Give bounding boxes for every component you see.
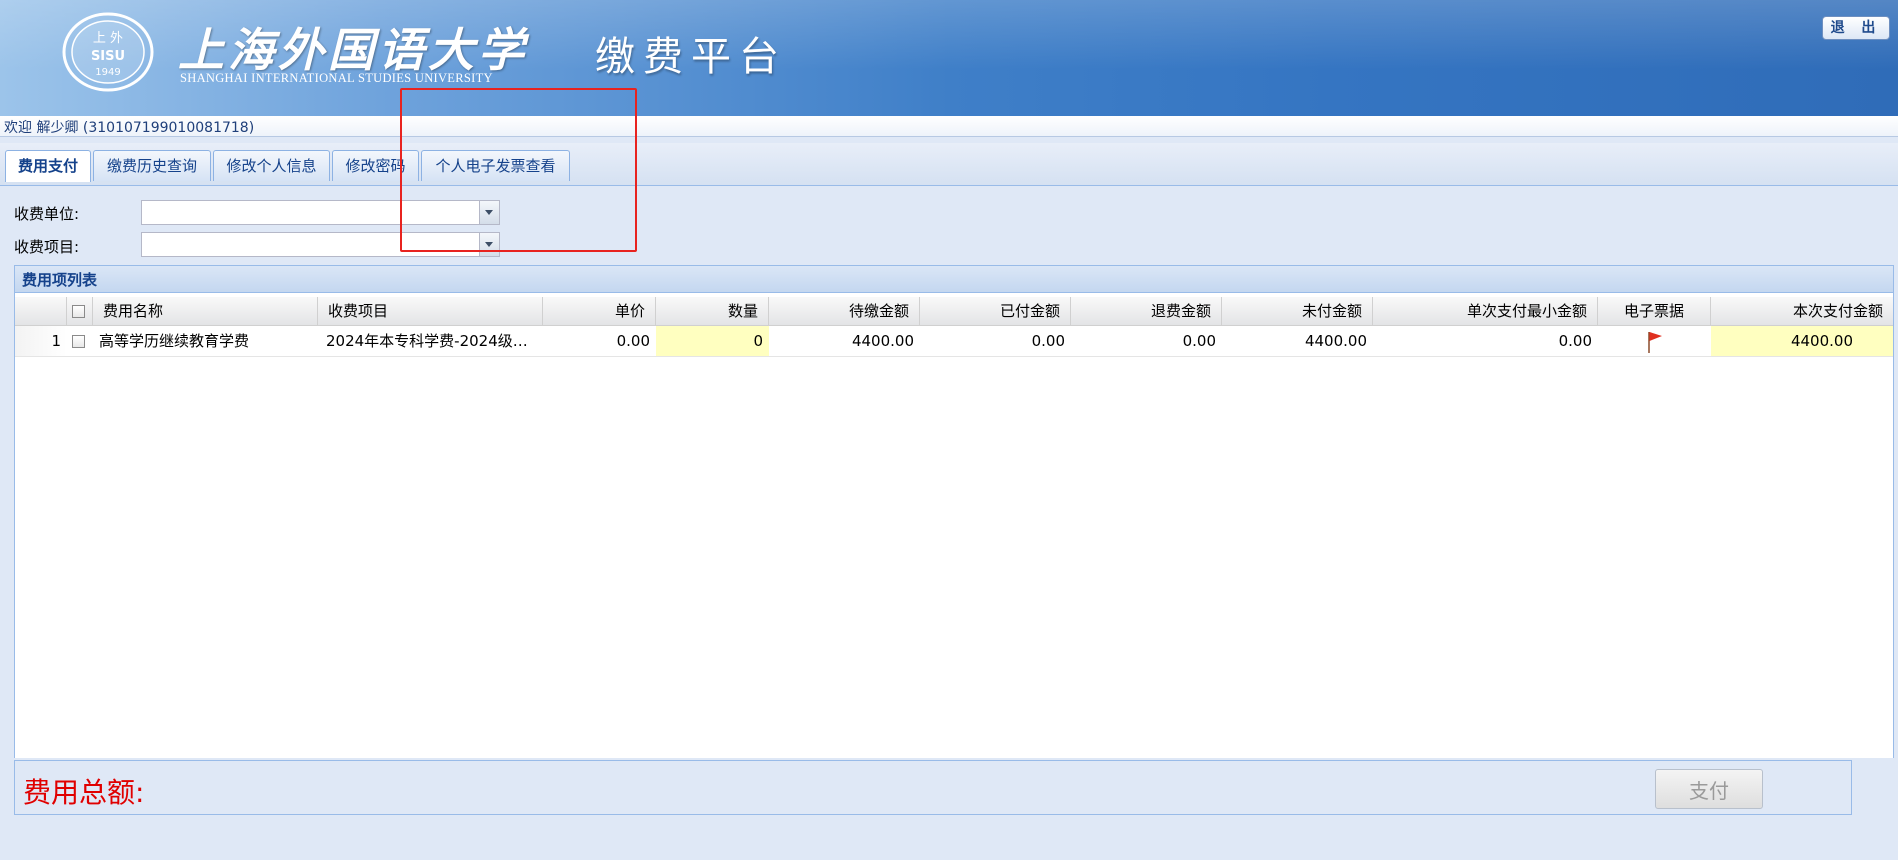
- logout-button[interactable]: 退 出: [1822, 16, 1890, 40]
- row-min-pay: 0.00: [1558, 332, 1592, 350]
- tab-fee-payment[interactable]: 费用支付: [5, 150, 91, 182]
- row-paid-amount: 0.00: [1031, 332, 1065, 350]
- fee-grid: 费用名称 收费项目 单价 数量 待缴金额 已付金额 退费金额 未付金额 单次支付…: [14, 293, 1894, 758]
- item-label: 收费项目:: [14, 238, 80, 256]
- row-number: 1: [15, 326, 67, 356]
- grid-header: 费用名称 收费项目 单价 数量 待缴金额 已付金额 退费金额 未付金额 单次支付…: [15, 297, 1893, 326]
- welcome-text: 欢迎 解少卿 (310107199010081718): [4, 120, 255, 136]
- row-fee-name: 高等学历继续教育学费: [99, 332, 250, 350]
- row-quantity[interactable]: 0: [656, 326, 769, 356]
- unit-label: 收费单位:: [14, 205, 80, 223]
- row-this-pay[interactable]: 4400.00: [1711, 326, 1893, 356]
- platform-title: 缴费平台: [595, 34, 787, 80]
- red-flag-icon[interactable]: [1647, 330, 1663, 354]
- row-price: 0.00: [616, 332, 650, 350]
- item-combo[interactable]: [141, 232, 500, 257]
- svg-text:上 外: 上 外: [93, 31, 123, 46]
- welcome-bar: 欢迎 解少卿 (310107199010081718): [0, 116, 1898, 137]
- tab-e-invoice[interactable]: 个人电子发票查看: [421, 150, 570, 181]
- header-rownum: [15, 297, 67, 325]
- header-this-pay[interactable]: 本次支付金额: [1711, 297, 1893, 325]
- university-seal-logo: 上 外 SISU 1949: [62, 12, 154, 92]
- tab-change-password[interactable]: 修改密码: [332, 150, 419, 181]
- row-unpaid-amount: 4400.00: [1304, 332, 1367, 350]
- row-select-cell: [67, 326, 93, 356]
- page-header: 上 外 SISU 1949 上海外国语大学 SHANGHAI INTERNATI…: [0, 0, 1898, 116]
- header-due[interactable]: 待缴金额: [769, 297, 920, 325]
- grid-title: 费用项列表: [14, 265, 1894, 293]
- tab-strip: 费用支付 缴费历史查询 修改个人信息 修改密码 个人电子发票查看: [0, 143, 1898, 186]
- header-name[interactable]: 费用名称: [93, 297, 318, 325]
- row-fee-item: 2024年本专科学费-2024级…: [326, 332, 528, 350]
- table-row[interactable]: 1 高等学历继续教育学费 2024年本专科学费-2024级… 0.00 0 44…: [15, 326, 1893, 357]
- header-paid[interactable]: 已付金额: [920, 297, 1071, 325]
- summary-bar: 费用总额: 支付: [14, 760, 1852, 815]
- total-label: 费用总额:: [23, 776, 145, 809]
- svg-text:SISU: SISU: [91, 49, 125, 64]
- header-select-all: [67, 297, 93, 325]
- chevron-down-icon[interactable]: [479, 233, 499, 256]
- header-receipt[interactable]: 电子票据: [1598, 297, 1711, 325]
- header-unpaid[interactable]: 未付金额: [1222, 297, 1373, 325]
- row-refund-amount: 0.00: [1182, 332, 1216, 350]
- row-due-amount: 4400.00: [851, 332, 914, 350]
- pay-button[interactable]: 支付: [1655, 769, 1763, 809]
- chevron-down-icon[interactable]: [479, 201, 499, 224]
- header-price[interactable]: 单价: [543, 297, 656, 325]
- seal-year: 1949: [95, 67, 120, 78]
- row-receipt-cell: [1598, 326, 1711, 356]
- tab-payment-history[interactable]: 缴费历史查询: [93, 150, 211, 181]
- header-min-pay[interactable]: 单次支付最小金额: [1373, 297, 1598, 325]
- header-refund[interactable]: 退费金额: [1071, 297, 1222, 325]
- select-all-checkbox[interactable]: [72, 305, 85, 318]
- tab-edit-profile[interactable]: 修改个人信息: [213, 150, 330, 181]
- school-name-en: SHANGHAI INTERNATIONAL STUDIES UNIVERSIT…: [180, 71, 493, 85]
- header-item[interactable]: 收费项目: [318, 297, 543, 325]
- row-checkbox[interactable]: [72, 335, 85, 348]
- header-quantity[interactable]: 数量: [656, 297, 769, 325]
- unit-combo[interactable]: [141, 200, 500, 225]
